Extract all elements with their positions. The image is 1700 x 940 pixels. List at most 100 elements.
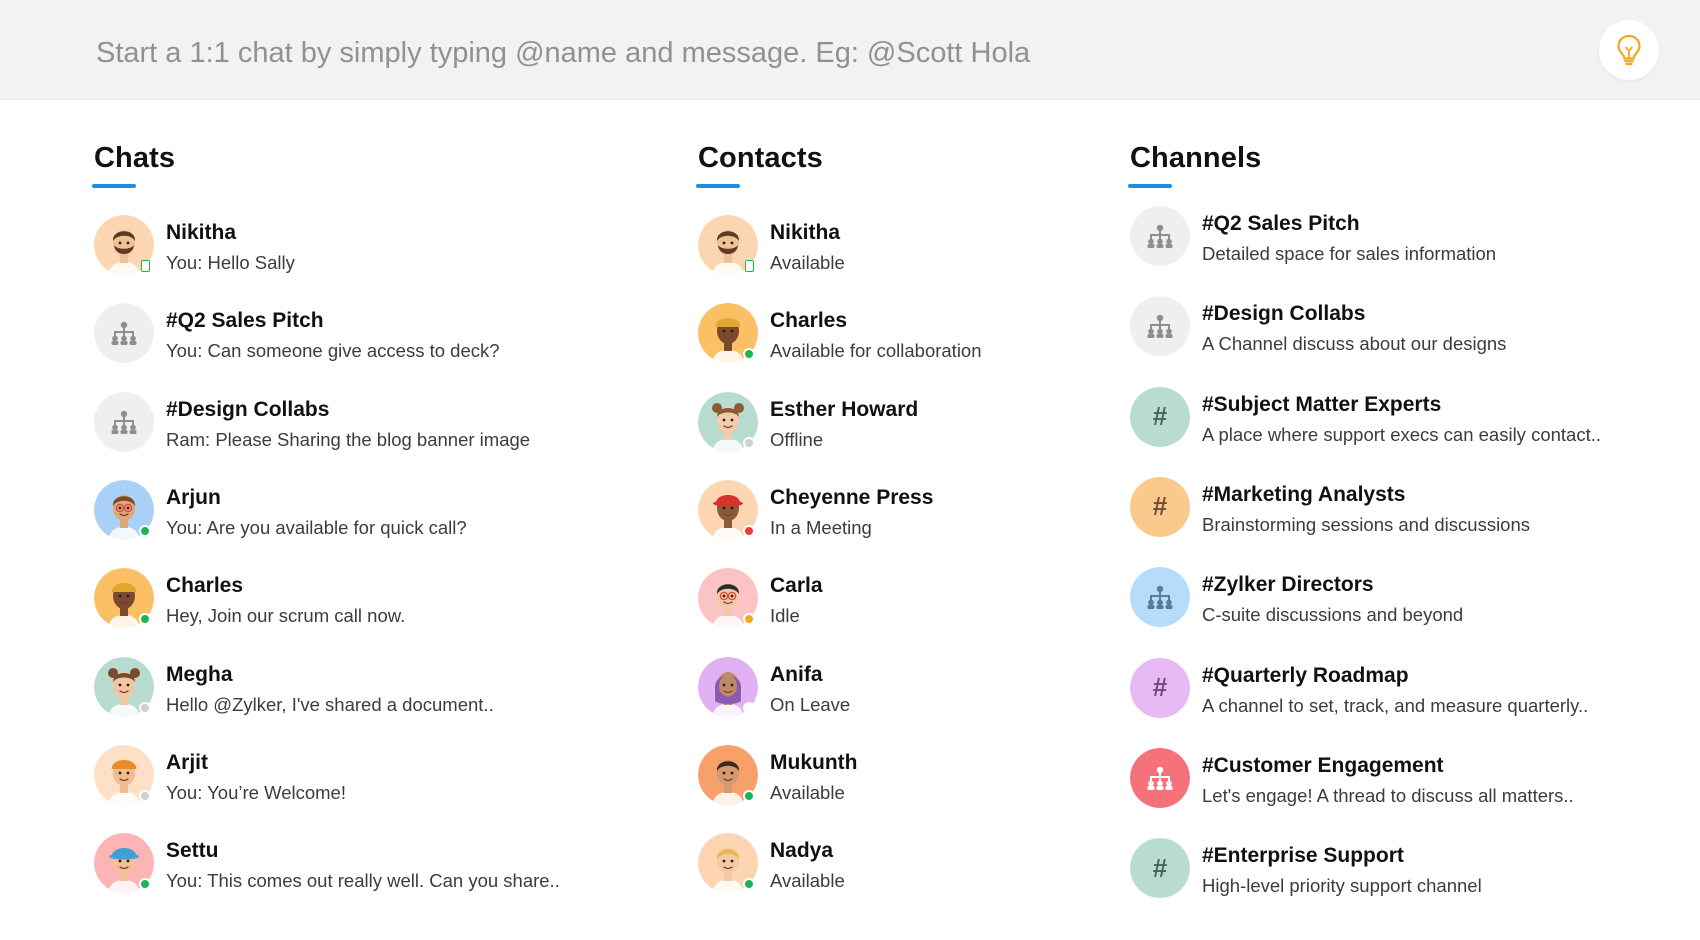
- avatar: [94, 833, 154, 894]
- chat-name: Arjit: [166, 750, 208, 774]
- hash-icon: #: [1152, 491, 1168, 522]
- chat-name: #Design Collabs: [166, 397, 330, 421]
- avatar: [1130, 567, 1190, 628]
- avatar-image: #: [1130, 386, 1190, 447]
- channel-item[interactable]: # #Subject Matter Experts A place where su…: [1130, 386, 1650, 457]
- contact-name: Nadya: [770, 839, 834, 863]
- channel-item[interactable]: #Zylker Directors C-suite discussions and…: [1130, 567, 1650, 637]
- avatar: [698, 744, 758, 805]
- status-indicator: [139, 789, 151, 802]
- avatar-image: [94, 303, 154, 364]
- chats-heading[interactable]: Chats: [94, 142, 175, 175]
- channels-heading[interactable]: Channels: [1130, 142, 1261, 175]
- status-indicator: [743, 613, 755, 626]
- chat-launcher-panel: Chats Contacts Channels Nikitha You: Hell…: [0, 0, 1700, 940]
- contact-name: Cheyenne Press: [770, 485, 934, 509]
- chat-last-message: Ram: Please Sharing the blog banner imag…: [166, 428, 531, 450]
- org-chart-icon: [1147, 315, 1173, 339]
- chat-name: Megha: [166, 662, 233, 686]
- contact-name: Nikitha: [770, 221, 841, 244]
- channels-heading-underline: [1128, 184, 1172, 188]
- contact-item[interactable]: Esther Howard Offline: [698, 391, 1098, 462]
- contact-status-text: Available for collaboration: [770, 340, 982, 362]
- avatar: [94, 744, 154, 805]
- contact-item[interactable]: Mukunth Available: [698, 744, 1098, 815]
- avatar-image: [1130, 567, 1190, 628]
- avatar: #: [1130, 838, 1190, 899]
- status-indicator: [139, 613, 151, 626]
- chat-item[interactable]: Nikitha You: Hello Sally: [94, 215, 654, 285]
- status-indicator: [743, 878, 755, 891]
- channel-name: #Marketing Analysts: [1202, 482, 1406, 506]
- contact-item[interactable]: Cheyenne Press In a Meeting: [698, 479, 1098, 550]
- chat-last-message: Hey, Join our scrum call now.: [166, 605, 406, 627]
- avatar: [94, 568, 154, 629]
- contact-item[interactable]: Carla Idle: [698, 568, 1098, 638]
- contacts-heading-underline: [696, 184, 740, 188]
- avatar: [698, 215, 758, 275]
- chat-last-message: You: Can someone give access to deck?: [166, 340, 500, 362]
- channel-name: #Design Collabs: [1202, 302, 1366, 326]
- status-indicator: [139, 878, 151, 891]
- chat-name: Charles: [166, 574, 244, 598]
- contact-status-text: Available: [770, 781, 845, 803]
- channel-item[interactable]: #Design Collabs A Channel discuss about o…: [1130, 296, 1650, 366]
- contact-status-text: On Leave: [770, 693, 851, 715]
- chat-item[interactable]: Settu You: This comes out really well. Ca…: [94, 833, 654, 903]
- status-indicator: [743, 348, 755, 361]
- chat-item[interactable]: #Design Collabs Ram: Please Sharing the b…: [94, 391, 654, 462]
- channel-description: A place where support execs can easily c…: [1202, 423, 1601, 445]
- contact-status-text: Idle: [770, 605, 800, 627]
- compose-input[interactable]: [96, 28, 1566, 78]
- avatar: [1130, 747, 1190, 808]
- channel-name: #Customer Engagement: [1202, 753, 1444, 777]
- chat-item[interactable]: #Q2 Sales Pitch You: Can someone give acc…: [94, 303, 654, 373]
- channel-name: #Zylker Directors: [1202, 573, 1374, 597]
- org-chart-icon: [1147, 585, 1173, 610]
- contact-name: Carla: [770, 574, 823, 598]
- channel-item[interactable]: #Customer Engagement Let's engage! A thre…: [1130, 747, 1650, 818]
- chat-name: Settu: [166, 839, 219, 863]
- org-chart-icon: [1147, 224, 1173, 248]
- contact-item[interactable]: Nikitha Available: [698, 215, 1098, 285]
- avatar: [94, 215, 154, 275]
- avatar-image: #: [1130, 476, 1190, 537]
- status-indicator: [141, 260, 150, 272]
- contact-item[interactable]: Anifa On Leave: [698, 656, 1098, 727]
- channel-name: #Enterprise Support: [1202, 844, 1404, 868]
- chat-item[interactable]: Arjun You: Are you available for quick ca…: [94, 479, 654, 550]
- chat-item[interactable]: Charles Hey, Join our scrum call now.: [94, 568, 654, 638]
- channel-item[interactable]: #Q2 Sales Pitch Detailed space for sales …: [1130, 206, 1650, 276]
- avatar-image: [94, 391, 154, 452]
- contact-name: Anifa: [770, 662, 823, 686]
- contacts-heading[interactable]: Contacts: [698, 142, 823, 175]
- avatar: [94, 303, 154, 364]
- channel-item[interactable]: # #Enterprise Support High-level priority …: [1130, 838, 1650, 908]
- chat-name: Arjun: [166, 485, 221, 509]
- org-chart-icon: [111, 322, 137, 346]
- avatar: [698, 568, 758, 629]
- chats-heading-underline: [92, 184, 136, 188]
- channel-item[interactable]: # #Quarterly Roadmap A channel to set, tra…: [1130, 657, 1650, 728]
- avatar-image: #: [1130, 657, 1190, 718]
- channel-item[interactable]: # #Marketing Analysts Brainstorming sessio…: [1130, 476, 1650, 547]
- avatar-image: [1130, 747, 1190, 808]
- avatar: #: [1130, 657, 1190, 718]
- avatar: [698, 479, 758, 540]
- contact-item[interactable]: Charles Available for collaboration: [698, 303, 1098, 373]
- org-chart-icon: [1147, 766, 1173, 790]
- channel-description: A Channel discuss about our designs: [1202, 333, 1507, 355]
- channel-name: #Quarterly Roadmap: [1202, 663, 1409, 687]
- status-indicator: [745, 260, 754, 272]
- channel-description: Let's engage! A thread to discuss all ma…: [1202, 784, 1574, 806]
- avatar-image: #: [1130, 838, 1190, 899]
- avatar: [698, 391, 758, 452]
- status-indicator: [743, 436, 755, 449]
- channel-description: High-level priority support channel: [1202, 875, 1482, 897]
- contact-name: Charles: [770, 309, 848, 333]
- contact-item[interactable]: Nadya Available: [698, 833, 1098, 903]
- chat-item[interactable]: Megha Hello @Zylker, I've shared a docume…: [94, 656, 654, 727]
- status-indicator: [743, 701, 755, 714]
- tip-button[interactable]: [1599, 20, 1659, 80]
- chat-item[interactable]: Arjit You: You’re Welcome!: [94, 744, 654, 815]
